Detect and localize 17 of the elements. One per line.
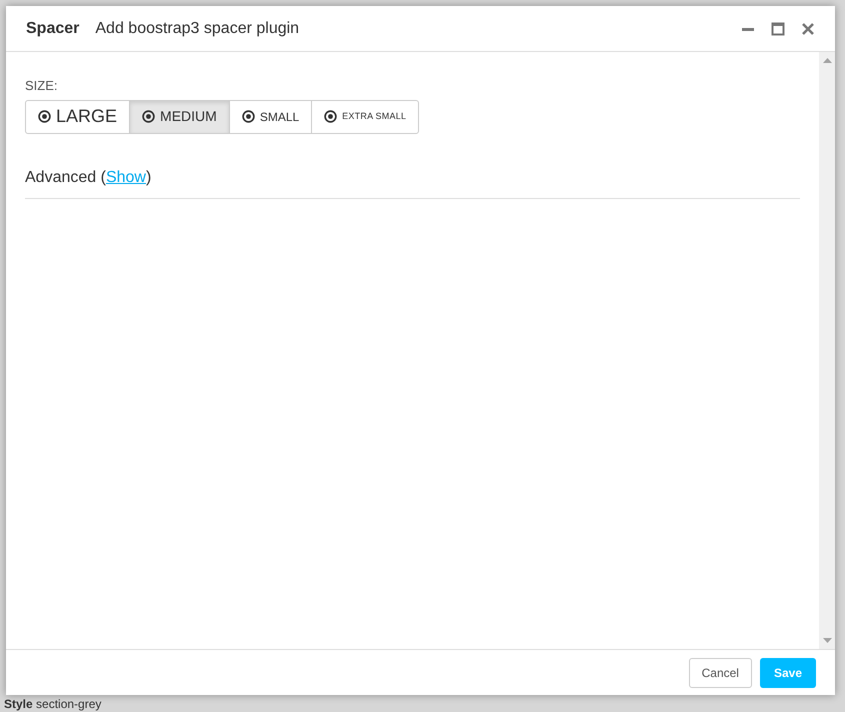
size-option[interactable]: EXTRA SMALL [311,100,420,134]
dialog-subtitle: Add boostrap3 spacer plugin [95,18,300,38]
close-icon[interactable] [801,22,815,36]
advanced-label: Advanced ( [25,168,106,188]
size-option[interactable]: LARGE [25,100,130,134]
radio-icon [38,110,51,123]
size-option[interactable]: MEDIUM [129,100,230,134]
background-text: Style section-grey [4,697,102,711]
radio-icon [242,110,255,123]
paren-text: ) [146,168,152,188]
size-option[interactable]: SMALL [228,100,312,134]
radio-icon [142,110,156,123]
radio-icon [324,110,338,123]
dialog-title: Spacer [26,18,80,38]
maximize-icon[interactable] [771,22,785,36]
size-label: SIZE: [25,77,59,95]
cancel-button[interactable]: Cancel [688,658,752,688]
